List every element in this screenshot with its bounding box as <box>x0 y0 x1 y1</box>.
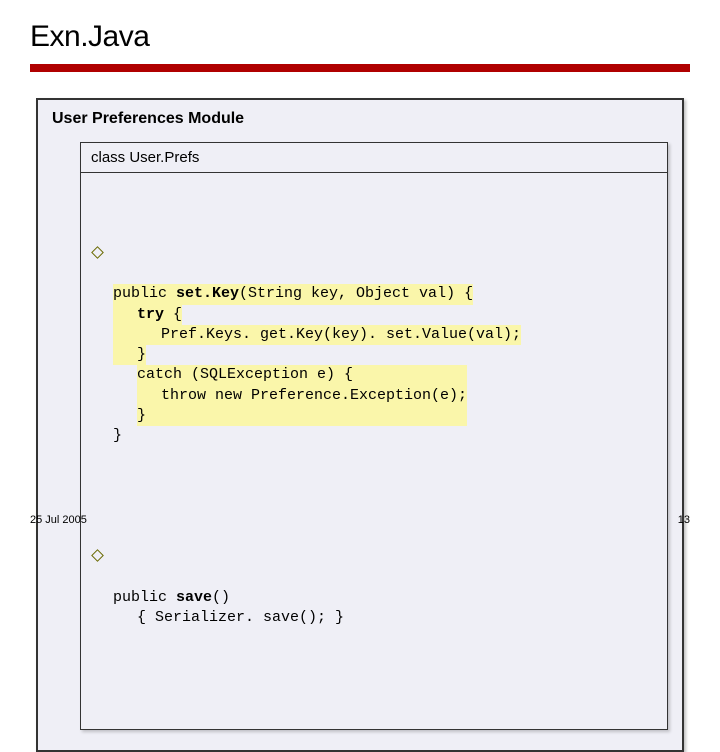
class-name: User.Prefs <box>129 149 199 166</box>
try-body: Pref.Keys. get.Key(key). set.Value(val); <box>113 325 521 345</box>
class-header: class User.Prefs <box>81 143 667 173</box>
save-body: { Serializer. save(); } <box>113 608 344 628</box>
class-body: public set.Key(String key, Object val) {… <box>81 173 667 729</box>
method-params: (String key, Object val) { <box>239 285 473 302</box>
kw-public-2: public <box>113 589 167 606</box>
catch-line: catch (SQLException e) { <box>137 366 353 383</box>
class-box: class User.Prefs public set.Key(String k… <box>80 142 668 730</box>
kw-public: public <box>113 285 167 302</box>
diamond-bullet-icon <box>91 549 104 562</box>
method-name-2: save <box>167 589 212 606</box>
kw-try: try <box>137 306 164 323</box>
diamond-bullet-icon <box>91 246 104 259</box>
module-title: User Preferences Module <box>52 110 668 128</box>
try-open: { <box>164 306 182 323</box>
footer-date: 25 Jul 2005 <box>30 514 87 526</box>
method-name: set.Key <box>167 285 239 302</box>
page-title: Exn.Java <box>30 20 690 54</box>
footer-page-number: 13 <box>678 514 690 526</box>
title-underline <box>30 64 690 72</box>
method-save: public save() { Serializer. save(); } <box>91 547 657 648</box>
method-rest-2: () <box>212 589 230 606</box>
try-close: } <box>113 345 146 365</box>
method-close: } <box>113 427 122 444</box>
slide: Exn.Java User Preferences Module class U… <box>0 0 720 540</box>
catch-close: } <box>137 407 146 424</box>
method-setkey: public set.Key(String key, Object val) {… <box>91 244 657 467</box>
class-keyword: class <box>91 149 129 166</box>
catch-body: throw new Preference.Exception(e); <box>137 386 467 406</box>
footer: 25 Jul 2005 13 <box>30 514 690 526</box>
module-box: User Preferences Module class User.Prefs… <box>36 98 684 752</box>
